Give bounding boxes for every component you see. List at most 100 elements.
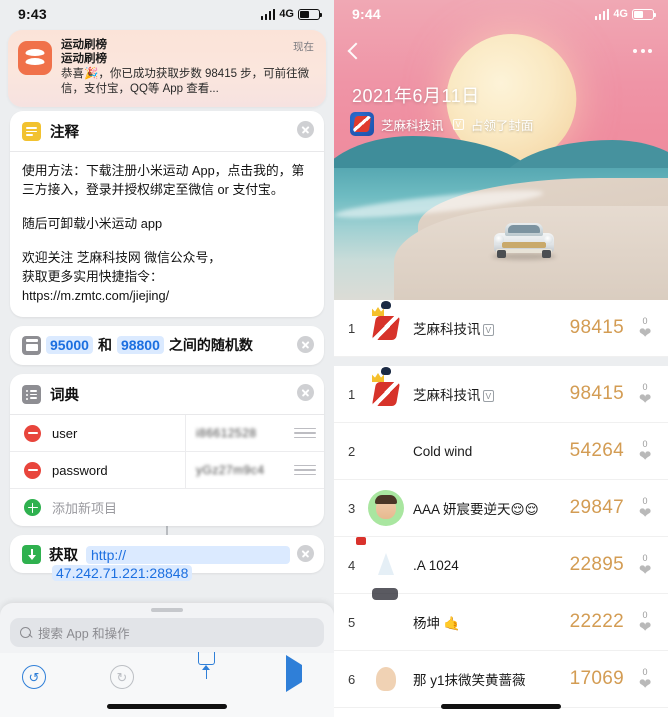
section-separator (334, 357, 668, 366)
cover-date: 2021年6月11日 (352, 86, 480, 106)
close-icon[interactable] (297, 545, 314, 562)
like-button[interactable]: 0 ❤ (634, 610, 656, 636)
like-button[interactable]: 0 ❤ (634, 382, 656, 408)
note-icon (22, 122, 41, 141)
right-status-bar: 9:44 4G (334, 0, 668, 28)
random-join-label: 和 (97, 337, 112, 353)
search-icon (20, 626, 32, 639)
home-indicator (441, 704, 561, 709)
more-icon[interactable] (633, 49, 652, 53)
avatar (368, 433, 404, 469)
table-row[interactable]: 6 那 y1抹微笑黄蔷薇 17069 0 ❤ (334, 651, 668, 708)
url-input[interactable]: http:// (86, 545, 290, 564)
get-contents-of-url-card[interactable]: 获取 http:// 47.242.71.221:28848 (10, 535, 324, 581)
rank-number: 1 (348, 320, 356, 336)
comment-paragraph-2: 随后可卸载小米运动 app (22, 216, 163, 231)
table-row[interactable]: 4 .A 1024 22895 0 ❤ (334, 537, 668, 594)
table-row[interactable]: 1 芝麻科技讯 V 98415 0 ❤ (334, 300, 668, 357)
share-button[interactable] (198, 652, 224, 691)
close-icon[interactable] (297, 336, 314, 353)
right-phone-screen: 9:44 4G 2021年6月11日 芝麻科技讯 V 占领了封面 1 芝麻科技讯… (334, 0, 668, 717)
like-button[interactable]: 0 ❤ (634, 496, 656, 522)
like-button[interactable]: 0 ❤ (634, 667, 656, 692)
user-name: 杨坤 🤙 (413, 616, 461, 631)
dictionary-action-card[interactable]: 词典 user i86612528 password yGz27m9c4 添加新… (10, 374, 324, 526)
rank-number: 4 (348, 557, 356, 573)
notification-banner[interactable]: 运动刷榜 运动刷榜 恭喜🎉，你已成功获取步数 98415 步，可前往微信，支付宝… (8, 30, 326, 107)
table-row[interactable]: 3 AAA 妍宸要逆天😌😌 29847 0 ❤ (334, 480, 668, 537)
bottom-search-sheet[interactable]: 搜索 App 和操作 (0, 603, 334, 653)
comment-action-card[interactable]: 注释 使用方法：下载注册小米运动 App，点击我的，第三方接入，登录并授权绑定至… (10, 111, 324, 317)
dictionary-key[interactable]: password (52, 463, 185, 478)
back-icon[interactable] (347, 42, 365, 60)
get-url-label: 获取 (49, 548, 78, 564)
redo-button[interactable]: ↻ (110, 665, 136, 691)
cover-owner[interactable]: 芝麻科技讯 V 占领了封面 (350, 112, 533, 136)
run-button[interactable] (286, 655, 312, 692)
sheet-grabber[interactable] (151, 608, 183, 612)
verified-badge-icon: V (482, 323, 495, 336)
calculator-icon (22, 335, 41, 355)
redo-icon: ↻ (110, 665, 134, 689)
add-item-label: 添加新项目 (52, 501, 118, 516)
dictionary-row[interactable]: password yGz27m9c4 (10, 452, 324, 489)
table-row[interactable]: 2 Cold wind 54264 0 ❤ (334, 423, 668, 480)
cover-subtitle: 占领了封面 (470, 118, 534, 133)
comment-paragraph-4: 获取更多实用快捷指令： (22, 269, 163, 284)
dictionary-key[interactable]: user (52, 426, 185, 441)
left-status-bar: 9:43 4G (0, 0, 334, 28)
undo-icon: ↺ (22, 665, 46, 689)
remove-icon[interactable] (24, 461, 41, 479)
dual-screenshot: 9:43 4G 运动刷榜 运动刷榜 恭喜🎉，你已成功获取步数 98415 步，可… (0, 0, 668, 717)
action-connector (10, 526, 324, 535)
add-icon[interactable] (24, 499, 41, 516)
owner-name: 芝麻科技讯 (381, 118, 444, 133)
comment-card-body: 使用方法：下载注册小米运动 App，点击我的，第三方接入，登录并授权绑定至微信 … (10, 152, 324, 317)
rank-number: 5 (348, 614, 356, 630)
search-placeholder: 搜索 App 和操作 (38, 627, 130, 641)
step-count: 22895 (569, 554, 624, 575)
random-number-action-card[interactable]: 95000 和 98800 之间的随机数 (10, 326, 324, 365)
random-max-token[interactable]: 98800 (116, 336, 164, 354)
add-dictionary-item-row[interactable]: 添加新项目 (10, 489, 324, 526)
drag-handle-icon[interactable] (294, 464, 316, 476)
dictionary-row[interactable]: user i86612528 (10, 415, 324, 452)
table-row[interactable]: 5 杨坤 🤙 22222 0 ❤ (334, 594, 668, 651)
like-button[interactable]: 0 ❤ (634, 553, 656, 578)
like-button[interactable]: 0 ❤ (634, 316, 656, 341)
heart-icon: ❤ (638, 618, 652, 636)
verified-badge-icon: V (452, 118, 464, 130)
avatar (368, 301, 404, 346)
random-min-token[interactable]: 95000 (46, 336, 93, 354)
user-name: 那 y1抹微笑黄蔷薇 (413, 673, 526, 688)
step-count: 54264 (569, 440, 624, 461)
step-count: 98415 (569, 383, 624, 404)
rank-number: 3 (348, 500, 356, 516)
user-name: .A 1024 (413, 557, 459, 573)
user-name: 芝麻科技讯 V (413, 384, 570, 404)
user-name: AAA 妍宸要逆天😌😌 (413, 502, 539, 517)
notification-app-name: 运动刷榜 (61, 39, 107, 51)
notification-title: 运动刷榜 (61, 53, 107, 65)
dictionary-value[interactable]: i86612528 (186, 426, 294, 440)
table-row[interactable]: 1 芝麻科技讯 V 98415 0 ❤ (334, 366, 668, 423)
play-icon (286, 655, 302, 692)
battery-icon (632, 8, 657, 20)
remove-icon[interactable] (24, 424, 41, 442)
avatar (368, 490, 404, 526)
like-button[interactable]: 0 ❤ (634, 439, 656, 464)
heart-icon: ❤ (638, 504, 652, 522)
heart-icon: ❤ (638, 390, 652, 408)
step-count: 98415 (569, 317, 624, 338)
status-indicators: 4G (594, 8, 657, 20)
search-input[interactable]: 搜索 App 和操作 (10, 618, 324, 647)
network-label: 4G (613, 8, 628, 20)
dictionary-value[interactable]: yGz27m9c4 (186, 463, 294, 477)
undo-button[interactable]: ↺ (22, 665, 48, 691)
step-count: 17069 (569, 668, 624, 689)
status-indicators: 4G (260, 8, 323, 20)
close-icon[interactable] (297, 121, 314, 138)
close-icon[interactable] (297, 384, 314, 401)
cover-image[interactable]: 9:44 4G 2021年6月11日 芝麻科技讯 V 占领了封面 (334, 0, 668, 300)
drag-handle-icon[interactable] (294, 427, 316, 439)
